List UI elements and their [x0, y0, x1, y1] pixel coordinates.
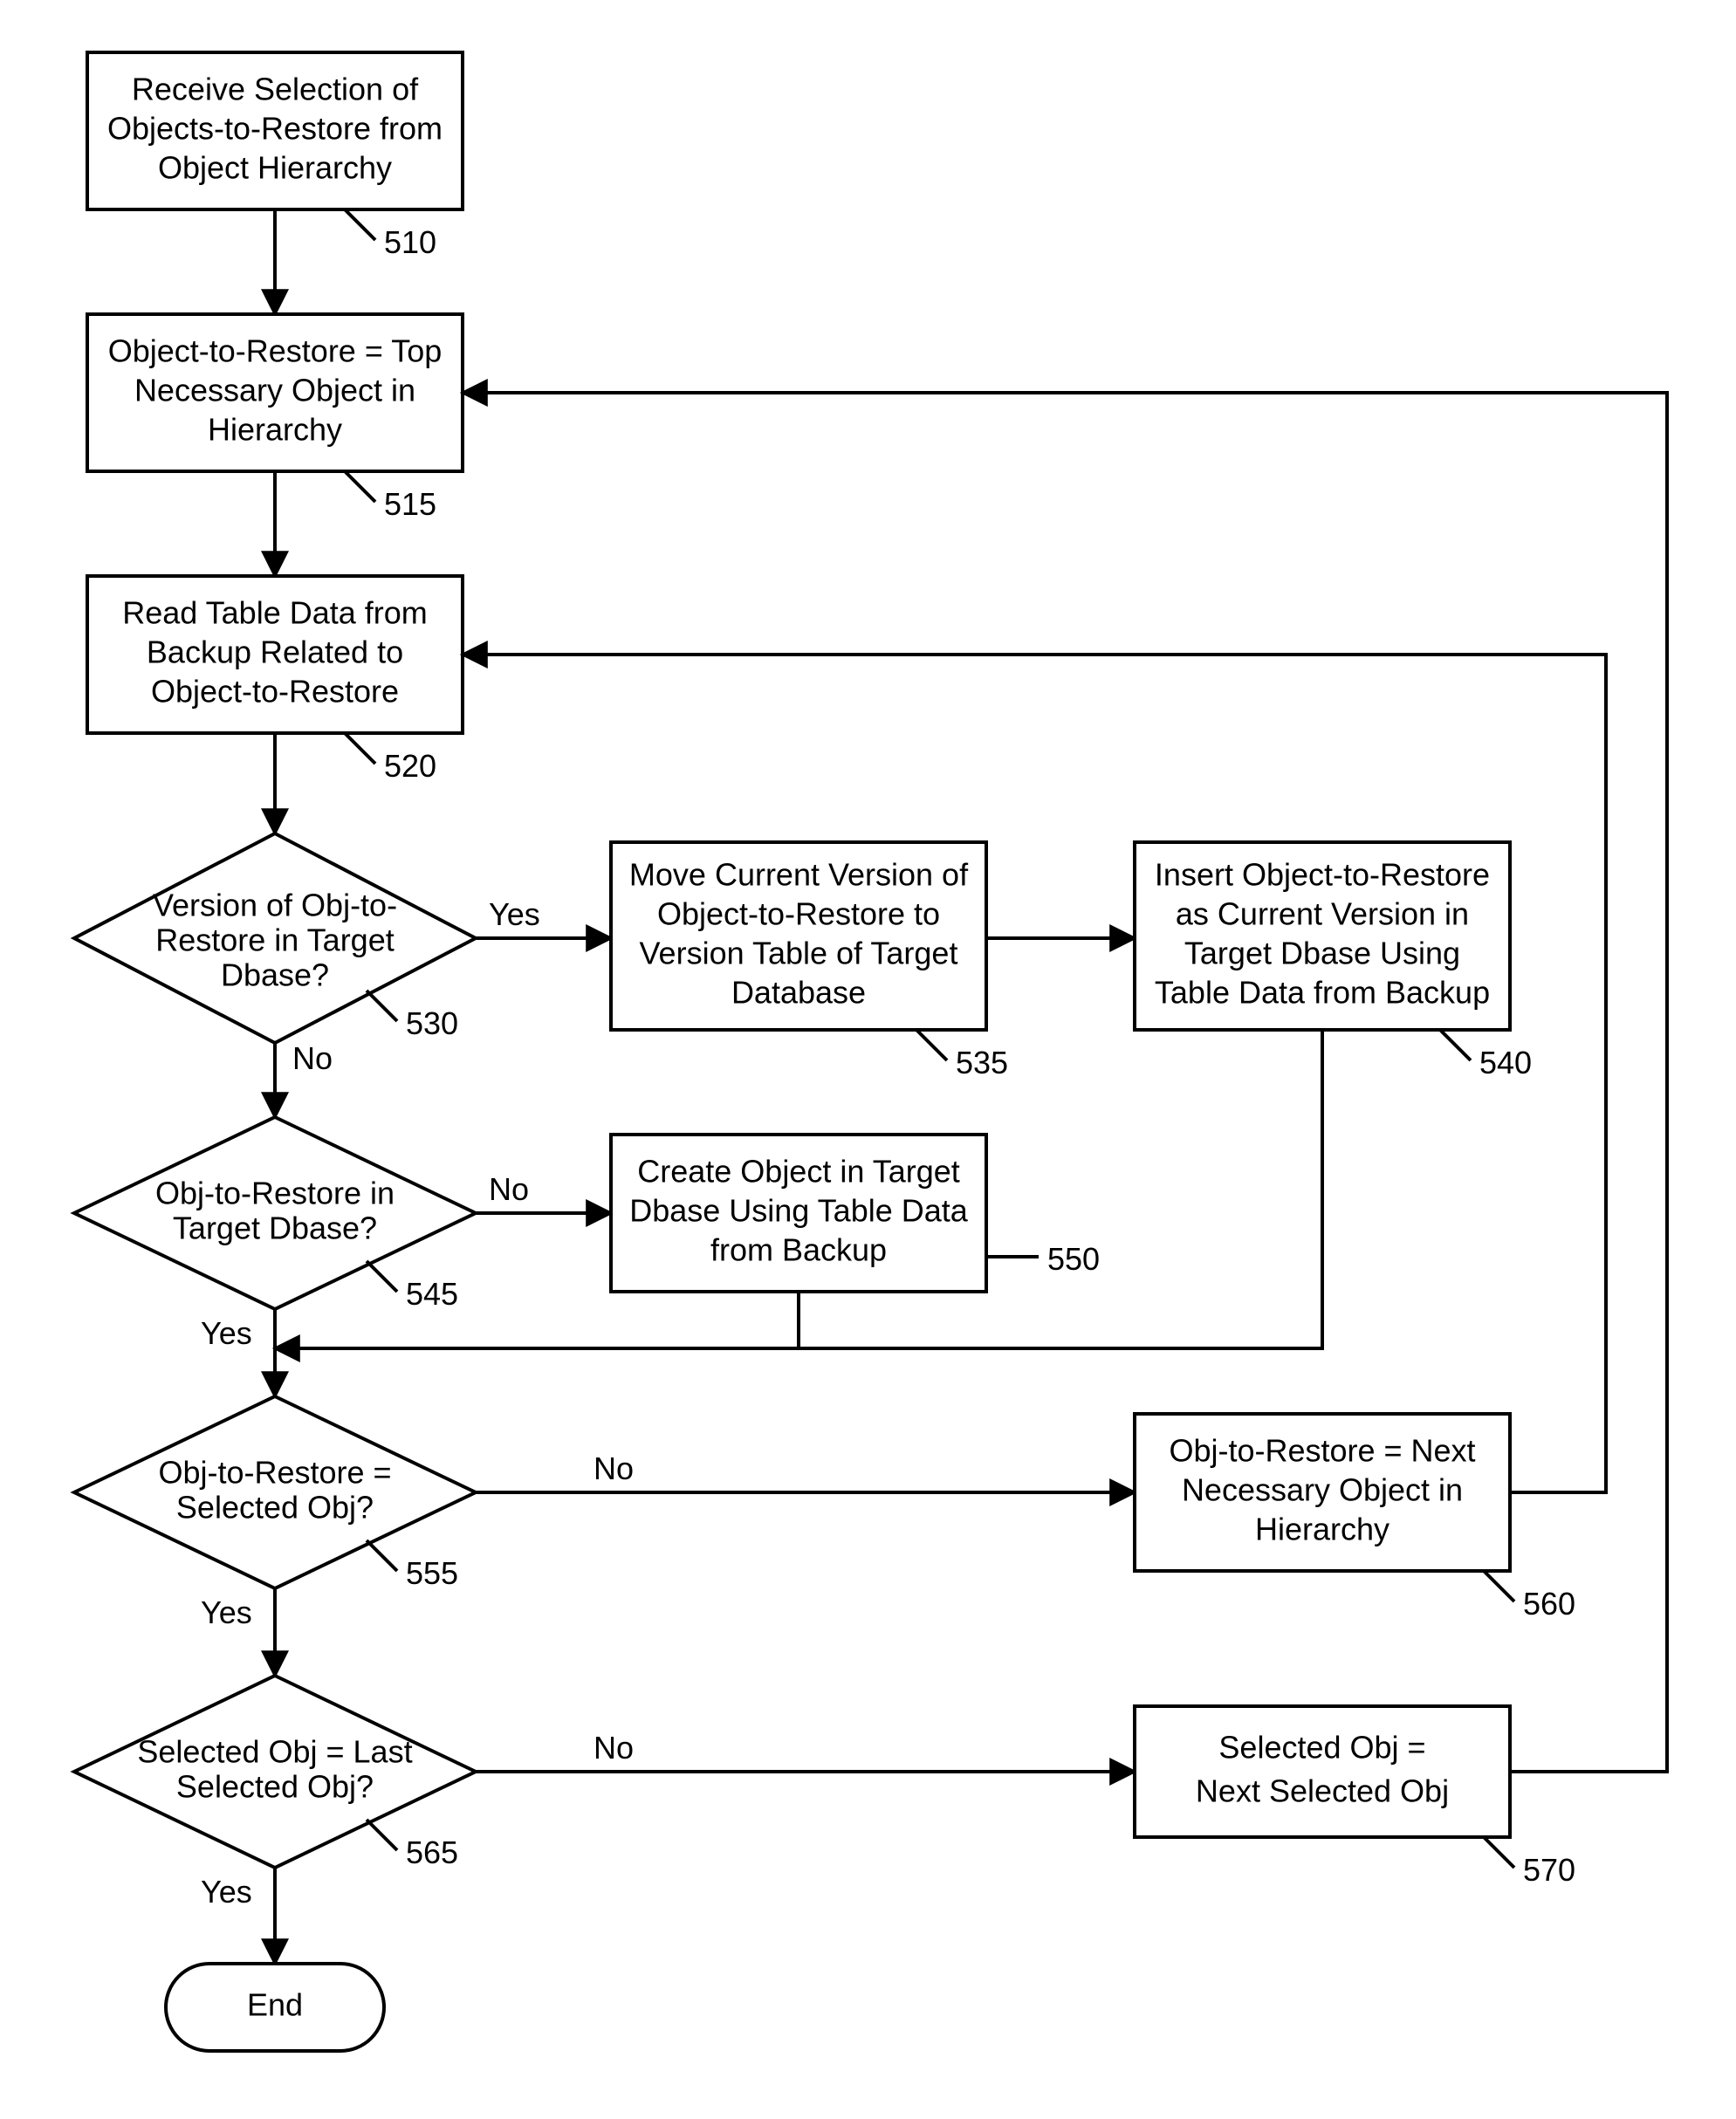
node-550: Create Object in Target Dbase Using Tabl… — [611, 1135, 1100, 1292]
node-570-l2: Next Selected Obj — [1196, 1773, 1449, 1809]
node-560-l1: Obj-to-Restore = Next — [1169, 1433, 1475, 1469]
node-540-l1: Insert Object-to-Restore — [1155, 857, 1490, 893]
node-535-l2: Object-to-Restore to — [657, 896, 940, 932]
node-545-l1: Obj-to-Restore in — [155, 1176, 395, 1211]
edge-560-520 — [463, 655, 1606, 1492]
node-535-ref: 535 — [956, 1045, 1008, 1080]
edge-565-no-label: No — [594, 1730, 634, 1766]
node-570-l1: Selected Obj = — [1218, 1730, 1425, 1766]
node-520-l2: Backup Related to — [147, 634, 403, 670]
node-550-l3: from Backup — [710, 1232, 887, 1268]
node-555-l1: Obj-to-Restore = — [158, 1455, 391, 1491]
node-560-l2: Necessary Object in — [1182, 1472, 1463, 1508]
edge-555-no-label: No — [594, 1450, 634, 1486]
node-550-ref: 550 — [1047, 1241, 1100, 1277]
node-540-l2: as Current Version in — [1176, 896, 1469, 932]
node-555-ref: 555 — [406, 1555, 458, 1591]
node-530: Version of Obj-to- Restore in Target Dba… — [74, 833, 476, 1043]
node-510-ref: 510 — [384, 224, 436, 260]
node-555: Obj-to-Restore = Selected Obj? 555 — [74, 1396, 476, 1591]
node-535: Move Current Version of Object-to-Restor… — [611, 842, 1008, 1080]
node-565-l2: Selected Obj? — [176, 1769, 374, 1805]
node-515-l2: Necessary Object in — [134, 373, 415, 408]
node-535-l4: Database — [731, 975, 866, 1011]
node-560: Obj-to-Restore = Next Necessary Object i… — [1135, 1414, 1575, 1622]
edge-565-yes-label: Yes — [201, 1874, 252, 1910]
node-540-l4: Table Data from Backup — [1155, 975, 1490, 1011]
node-550-l2: Dbase Using Table Data — [629, 1193, 969, 1229]
edge-530-no-label: No — [292, 1040, 333, 1076]
node-545: Obj-to-Restore in Target Dbase? 545 — [74, 1117, 476, 1312]
edge-545-no-label: No — [489, 1171, 529, 1207]
node-540-ref: 540 — [1479, 1045, 1532, 1080]
node-535-l3: Version Table of Target — [640, 936, 958, 971]
node-565: Selected Obj = Last Selected Obj? 565 — [74, 1676, 476, 1870]
node-520-ref: 520 — [384, 748, 436, 784]
node-530-ref: 530 — [406, 1005, 458, 1041]
node-520-l3: Object-to-Restore — [151, 674, 399, 710]
node-545-ref: 545 — [406, 1276, 458, 1312]
node-end-label: End — [247, 1987, 303, 2023]
node-515-l1: Object-to-Restore = Top — [108, 333, 443, 369]
node-570: Selected Obj = Next Selected Obj 570 — [1135, 1706, 1575, 1888]
node-530-l2: Restore in Target — [155, 922, 394, 958]
node-535-l1: Move Current Version of — [629, 857, 969, 893]
node-515-l3: Hierarchy — [208, 412, 342, 448]
node-540-l3: Target Dbase Using — [1184, 936, 1460, 971]
edge-555-yes-label: Yes — [201, 1594, 252, 1630]
node-520-l1: Read Table Data from — [122, 595, 428, 631]
node-540: Insert Object-to-Restore as Current Vers… — [1135, 842, 1532, 1080]
node-510-l1: Receive Selection of — [132, 72, 419, 107]
node-530-l1: Version of Obj-to- — [153, 888, 397, 923]
node-560-ref: 560 — [1523, 1586, 1575, 1622]
node-515-ref: 515 — [384, 486, 436, 522]
node-565-l1: Selected Obj = Last — [137, 1734, 412, 1770]
node-545-l2: Target Dbase? — [173, 1210, 377, 1246]
node-510-l2: Objects-to-Restore from — [107, 111, 443, 147]
node-510-l3: Object Hierarchy — [158, 150, 392, 186]
edge-530-yes-label: Yes — [489, 896, 540, 932]
node-570-ref: 570 — [1523, 1852, 1575, 1888]
edge-545-yes-label: Yes — [201, 1315, 252, 1351]
node-560-l3: Hierarchy — [1255, 1512, 1389, 1547]
node-end: End — [166, 1964, 384, 2051]
node-530-l3: Dbase? — [221, 957, 329, 993]
node-550-l1: Create Object in Target — [637, 1154, 960, 1190]
node-555-l2: Selected Obj? — [176, 1490, 374, 1526]
node-565-ref: 565 — [406, 1834, 458, 1870]
